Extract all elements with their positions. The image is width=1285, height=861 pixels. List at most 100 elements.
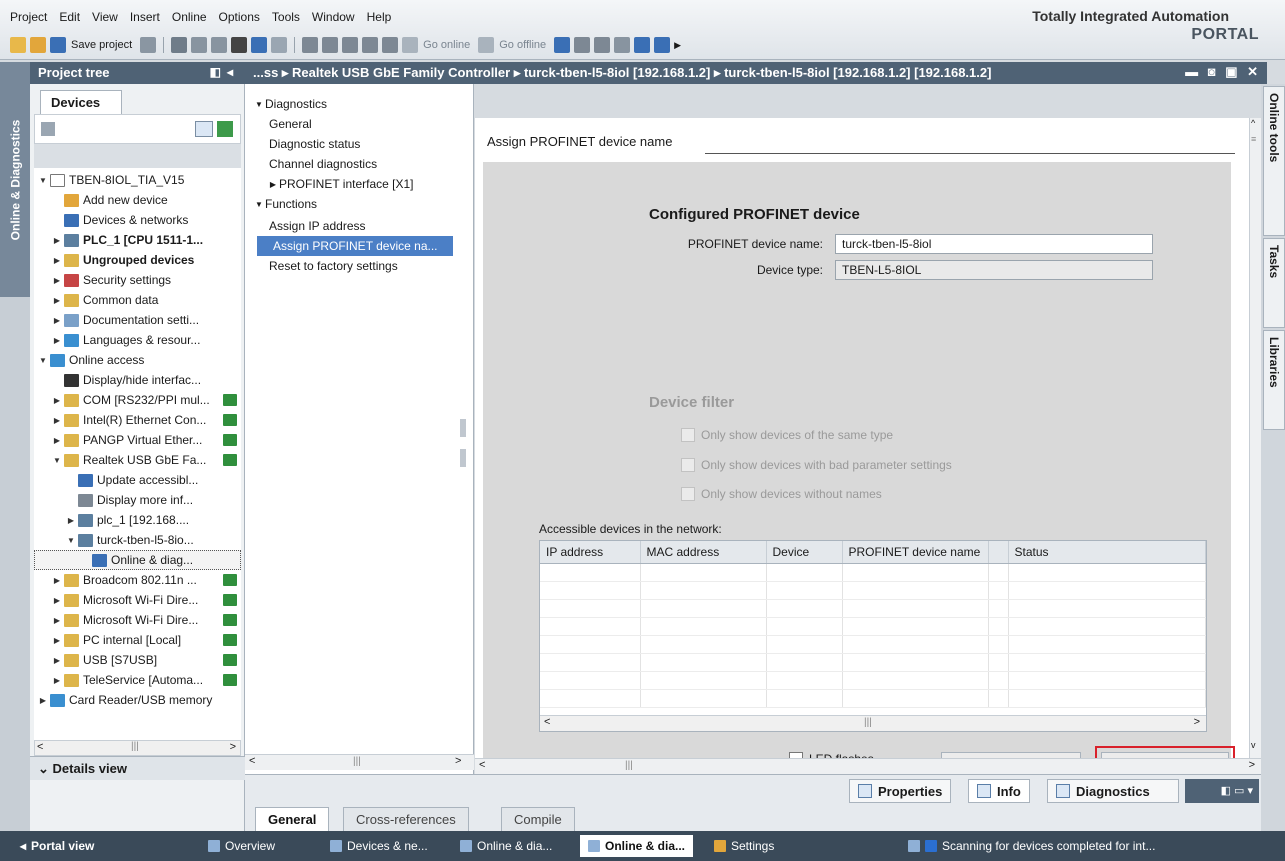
inspector-window-controls-icon[interactable]: ◧ ▭ ▾ [1185, 779, 1259, 803]
portal-view-button[interactable]: ◂ Portal view [12, 835, 102, 857]
new-project-icon[interactable] [10, 37, 26, 53]
collapse-arrow-icon[interactable]: ▶ [52, 636, 62, 645]
expand-arrow-icon[interactable]: ▼ [38, 356, 48, 365]
overview-taskbar-item[interactable]: Overview [200, 835, 283, 857]
table-row[interactable] [540, 581, 1206, 600]
simulation-icon[interactable] [362, 37, 379, 53]
table-row[interactable] [540, 599, 1206, 618]
delete-icon[interactable] [231, 37, 248, 53]
compile-icon[interactable] [302, 37, 319, 53]
column-mac-address[interactable]: MAC address [640, 541, 767, 564]
main-horizontal-scrollbar[interactable]: < ||| > [475, 758, 1261, 774]
table-row[interactable] [540, 617, 1206, 636]
menu-online[interactable]: Online [172, 10, 207, 28]
column-status[interactable]: Status [1008, 541, 1206, 564]
tree-item[interactable]: ▼ TBEN-8IOL_TIA_V15 [34, 170, 241, 190]
online-tools-tab[interactable]: Online tools [1263, 86, 1285, 236]
diagnostics-tab[interactable]: Diagnostics [1047, 779, 1179, 803]
accessible-devices-icon[interactable] [554, 37, 571, 53]
collapse-arrow-icon[interactable]: ▶ [52, 616, 62, 625]
navigation-horizontal-scrollbar[interactable]: < ||| > [245, 754, 474, 770]
tree-item[interactable]: ▶ Security settings [34, 270, 241, 290]
nav-item[interactable]: Reset to factory settings [253, 256, 398, 276]
checkbox-box[interactable] [681, 428, 695, 442]
tree-item[interactable]: Online & diag... [34, 550, 241, 570]
general-tab[interactable]: General [255, 807, 330, 831]
tree-item[interactable]: Display/hide interfac... [34, 370, 241, 390]
collapse-arrow-icon[interactable]: ▶ [52, 276, 62, 285]
go-online-button[interactable]: Go online [423, 39, 470, 51]
copy-icon[interactable] [191, 37, 208, 53]
collapse-arrow-icon[interactable]: ▶ [52, 396, 62, 405]
tree-item[interactable]: ▶ Intel(R) Ethernet Con... [34, 410, 241, 430]
column-ip-address[interactable]: IP address [540, 541, 641, 564]
menu-edit[interactable]: Edit [59, 10, 80, 28]
collapse-arrow-icon[interactable]: ▶ [52, 676, 62, 685]
tree-item[interactable]: ▶ Documentation setti... [34, 310, 241, 330]
nav-item[interactable]: Assign PROFINET device na... [257, 236, 453, 256]
tree-item[interactable]: ▼ Online access [34, 350, 241, 370]
menu-window[interactable]: Window [312, 10, 355, 28]
menu-options[interactable]: Options [219, 10, 260, 28]
status-message[interactable]: Scanning for devices completed for int..… [900, 835, 1163, 857]
nav-item[interactable]: ▼ Functions [253, 194, 317, 214]
collapse-arrow-icon[interactable]: ▶ [52, 336, 62, 345]
settings-taskbar-item[interactable]: Settings [706, 835, 782, 857]
overview-icon[interactable] [195, 121, 213, 137]
tree-item[interactable]: ▼ turck-tben-l5-8io... [34, 530, 241, 550]
menu-tools[interactable]: Tools [272, 10, 300, 28]
window-controls-icon[interactable]: ▬ ◙ ▣ ✕ [1185, 64, 1261, 80]
expand-arrow-icon[interactable]: ▼ [52, 456, 62, 465]
nav-arrow-icon[interactable]: ▼ [253, 200, 265, 209]
device-name-field[interactable]: turck-tben-l5-8iol [835, 234, 1153, 254]
tree-item[interactable]: ▶ Broadcom 802.11n ... [34, 570, 241, 590]
collapse-arrow-icon[interactable]: ▶ [52, 436, 62, 445]
nav-item[interactable]: ▶ PROFINET interface [X1] [253, 174, 414, 194]
download-icon[interactable] [322, 37, 339, 53]
open-project-icon[interactable] [30, 37, 46, 53]
collapse-arrow-icon[interactable]: ▶ [38, 696, 48, 705]
properties-tab[interactable]: Properties [849, 779, 952, 803]
menu-insert[interactable]: Insert [130, 10, 160, 28]
scroll-down-icon[interactable]: v [1251, 740, 1256, 750]
tree-horizontal-scrollbar[interactable]: < ||| > [34, 740, 241, 756]
online-diagnostics-side-tab[interactable]: Online & Diagnostics [0, 62, 30, 297]
column-profinet-name[interactable]: PROFINET device name [842, 541, 989, 564]
tree-item[interactable]: ▶ TeleService [Automa... [34, 670, 241, 690]
splitter-handle-icon[interactable] [460, 419, 466, 437]
tree-item[interactable]: ▶ plc_1 [192.168.... [34, 510, 241, 530]
collapse-arrow-icon[interactable]: ▶ [52, 256, 62, 265]
tasks-tab[interactable]: Tasks [1263, 238, 1285, 328]
breadcrumb[interactable]: ...ss ▸ Realtek USB GbE Family Controlle… [253, 65, 991, 80]
simulation-stop-icon[interactable] [382, 37, 399, 53]
menu-view[interactable]: View [92, 10, 118, 28]
split-horizontal-icon[interactable] [634, 37, 651, 53]
go-offline-button[interactable]: Go offline [499, 39, 546, 51]
tree-item[interactable]: ▶ PC internal [Local] [34, 630, 241, 650]
tree-item[interactable]: ▶ Microsoft Wi-Fi Dire... [34, 610, 241, 630]
table-row[interactable] [540, 563, 1206, 582]
expand-arrow-icon[interactable]: ▼ [38, 176, 48, 185]
online-diag-taskbar-item[interactable]: Online & dia... [452, 835, 560, 857]
tree-item[interactable]: ▶ USB [S7USB] [34, 650, 241, 670]
collapse-arrow-icon[interactable]: ▶ [66, 516, 76, 525]
compile-tab[interactable]: Compile [501, 807, 575, 831]
tree-item[interactable]: ▶ Languages & resour... [34, 330, 241, 350]
scroll-thumb-icon[interactable]: ||| [353, 756, 361, 767]
save-project-button[interactable]: Save project [71, 39, 132, 51]
scroll-thumb-icon[interactable]: ||| [864, 717, 872, 728]
tree-item[interactable]: ▶ PLC_1 [CPU 1511-1... [34, 230, 241, 250]
tree-view-icon[interactable] [41, 122, 55, 136]
scroll-up-icon[interactable]: ^ [1251, 118, 1255, 128]
table-row[interactable] [540, 689, 1206, 708]
tree-item[interactable]: ▶ PANGP Virtual Ether... [34, 430, 241, 450]
nav-item[interactable]: ▼ Diagnostics [253, 94, 327, 114]
toolbar-more-icon[interactable]: ▶ [674, 40, 681, 51]
menu-help[interactable]: Help [367, 10, 392, 28]
collapse-arrow-icon[interactable]: ▶ [52, 576, 62, 585]
scroll-right-icon[interactable]: > [455, 755, 461, 767]
main-vertical-scrollbar[interactable]: ^ ≡ v [1249, 118, 1261, 758]
column-device[interactable]: Device [766, 541, 843, 564]
save-icon[interactable] [50, 37, 66, 53]
tree-item[interactable]: ▶ COM [RS232/PPI mul... [34, 390, 241, 410]
